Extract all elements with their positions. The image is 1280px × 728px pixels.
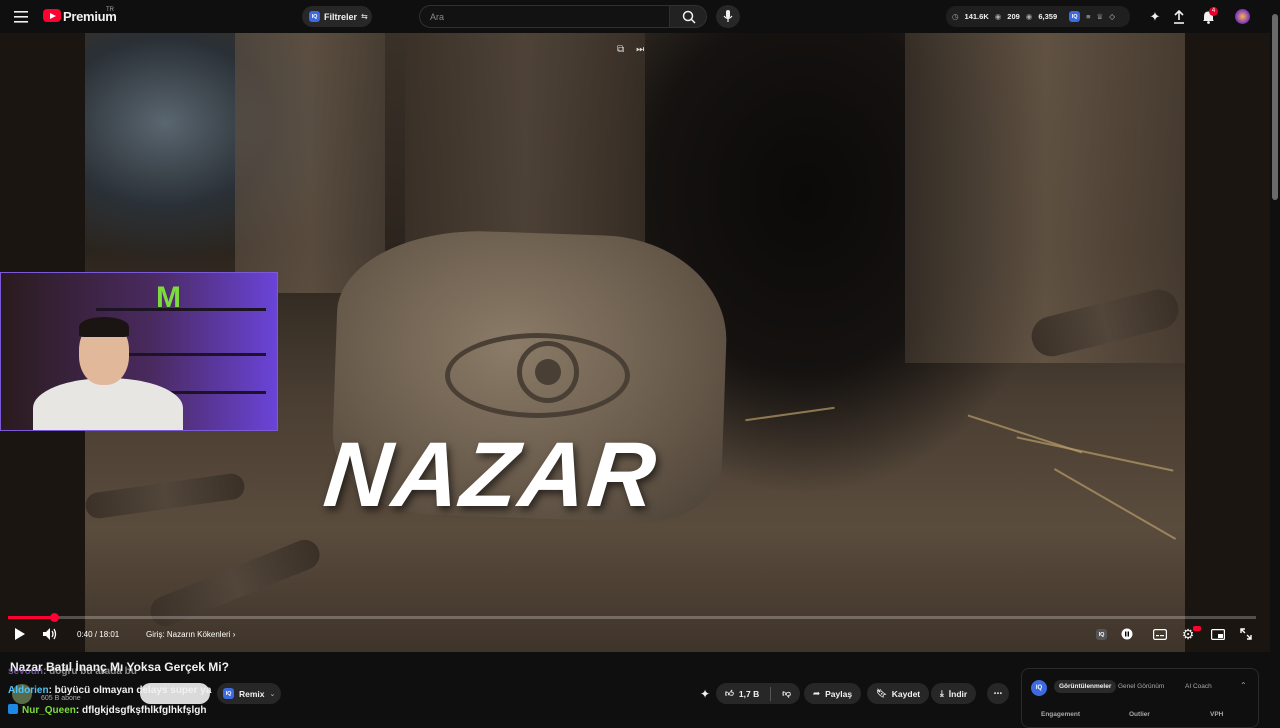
filters-label: Filtreler: [324, 11, 358, 22]
chat-text: : büyücü olmayan delays super ya: [48, 685, 212, 696]
views-stat: 141.6K: [964, 12, 989, 21]
notification-badge: 4: [1209, 7, 1218, 16]
subscriber-count: 605 B abone: [41, 695, 81, 702]
play-icon[interactable]: [12, 627, 26, 641]
volume-icon[interactable]: [42, 627, 58, 641]
verified-icon: [8, 704, 18, 714]
copy-icon[interactable]: ⧉: [617, 44, 624, 55]
vidiq-panel: IQ Görüntülenmeler Genel Görünüm AI Coac…: [1021, 668, 1259, 728]
chat-text: : dflgkjdsgfkşfhlkfglhkfşlgh: [75, 705, 207, 716]
iq-icon: IQ: [223, 688, 234, 699]
video-player[interactable]: NAZAR ⧉ ⏭ M 0:40 / 18:01 Giriş: Nazarın …: [0, 33, 1270, 652]
iq-icon: IQ: [1031, 680, 1047, 696]
thumbnail-title: NAZAR: [319, 424, 663, 526]
chat-message: sevoun: doğru bu arada bu: [8, 666, 137, 677]
stat-third: 6,359: [1038, 12, 1058, 21]
column-vph: VPH: [1210, 711, 1224, 718]
monster-logo-icon: M: [156, 281, 181, 314]
chat-message: Aldorien: büyücü olmayan delays super ya: [8, 685, 211, 696]
share-icon: ➦: [813, 688, 821, 698]
time-display: 0:40 / 18:01: [77, 630, 120, 639]
search-icon: [682, 10, 696, 24]
eye-icon: ◉: [994, 12, 1002, 21]
progress-scrubber[interactable]: [50, 613, 60, 622]
chat-text: : doğru bu arada bu: [43, 666, 137, 677]
chapter-label: Giriş: Nazarın Kökenleri: [146, 630, 231, 639]
masthead: Premium TR IQ Filtreler ⇆ Ara ◷ 141.6K ◉ 2…: [0, 0, 1280, 33]
share-button[interactable]: ➦ Paylaş: [804, 683, 862, 704]
microphone-icon: [723, 10, 733, 22]
eye-icon: ◉: [1025, 12, 1033, 21]
miniplayer-icon[interactable]: [1210, 627, 1226, 641]
thumbs-down-icon[interactable]: 👎︎: [782, 688, 791, 699]
player-overlay-buttons: ⧉ ⏭: [617, 44, 644, 55]
remix-label: Remix: [239, 688, 265, 699]
download-icon: ⤓: [940, 688, 944, 698]
bookmark-icon: 🔖︎: [876, 688, 887, 698]
column-outlier: Outlier: [1129, 711, 1150, 718]
download-label: İndir: [948, 688, 968, 699]
trophy-icon[interactable]: ♕: [1097, 12, 1104, 21]
like-button[interactable]: 👍︎ 1,7 B 👎︎: [716, 683, 800, 704]
thumbs-up-icon: 👍︎: [725, 688, 734, 698]
sliders-icon: ⇆: [361, 12, 368, 21]
share-label: Paylaş: [825, 688, 853, 699]
youtube-logo-icon[interactable]: [43, 9, 61, 22]
column-engagement: Engagement: [1041, 711, 1081, 718]
chat-message: Nur_Queen: dflgkjdsgfkşfhlkfglhkfşlgh: [8, 704, 206, 716]
like-count: 1,7 B: [738, 688, 760, 699]
eye-pupil-center: [535, 359, 561, 385]
chat-username: Aldorien: [8, 685, 49, 696]
tab-overview[interactable]: Genel Görünüm: [1118, 683, 1164, 690]
progress-fill: [8, 616, 55, 619]
pause-ring-icon[interactable]: [1120, 627, 1134, 641]
scrollbar-thumb[interactable]: [1272, 14, 1278, 200]
vidiq-stats-bar[interactable]: ◷ 141.6K ◉ 209 ◉ 6,359 IQ ≡ ♕ ◇: [946, 6, 1130, 27]
sparkle-icon[interactable]: ✦: [697, 686, 713, 702]
search-placeholder: Ara: [430, 12, 445, 22]
progress-bar[interactable]: [8, 613, 1256, 622]
comments-stat: 209: [1007, 12, 1020, 21]
clock-icon: ◷: [952, 12, 959, 21]
list-icon[interactable]: ≡: [1086, 12, 1090, 21]
remix-button[interactable]: IQ Remix ⌄: [217, 683, 282, 704]
iq-icon[interactable]: IQ: [1069, 11, 1081, 22]
collapse-icon[interactable]: ⌃: [1240, 681, 1247, 690]
chapter-title[interactable]: Giriş: Nazarın Kökenleri ›: [146, 630, 235, 639]
filters-button[interactable]: IQ Filtreler ⇆: [302, 6, 372, 27]
voice-search-button[interactable]: [716, 5, 740, 28]
webcam-overlay: M: [0, 272, 278, 431]
upload-icon[interactable]: [1170, 8, 1188, 26]
divider: [770, 686, 772, 701]
download-button[interactable]: ⤓ İndir: [931, 683, 977, 704]
avatar[interactable]: [1235, 9, 1250, 24]
tab-ai-coach[interactable]: AI Coach: [1185, 683, 1212, 690]
save-button[interactable]: 🔖︎ Kaydet: [867, 683, 930, 704]
menu-icon[interactable]: [12, 8, 30, 26]
tag-icon[interactable]: ◇: [1109, 12, 1115, 21]
hd-badge: [1193, 626, 1201, 631]
subtitles-icon[interactable]: [1152, 627, 1168, 641]
search-button[interactable]: [669, 5, 707, 28]
chevron-down-icon: ⌄: [269, 690, 276, 698]
search-input[interactable]: Ara: [419, 5, 670, 28]
tab-views[interactable]: Görüntülenmeler: [1054, 680, 1117, 693]
page-scrollbar[interactable]: [1270, 0, 1280, 720]
iq-icon[interactable]: IQ: [1096, 629, 1107, 640]
chat-username: Nur_Queen: [22, 705, 76, 716]
iq-icon: IQ: [309, 11, 320, 22]
fullscreen-icon[interactable]: [1239, 627, 1253, 641]
more-icon: ⋯: [993, 688, 1003, 698]
save-label: Kaydet: [891, 688, 921, 699]
chat-username: sevoun: [8, 666, 44, 677]
extension-icon[interactable]: ✦: [1146, 8, 1164, 26]
region-label: TR: [106, 7, 114, 13]
more-actions-button[interactable]: ⋯: [987, 683, 1009, 704]
skip-icon[interactable]: ⏭: [636, 44, 644, 55]
